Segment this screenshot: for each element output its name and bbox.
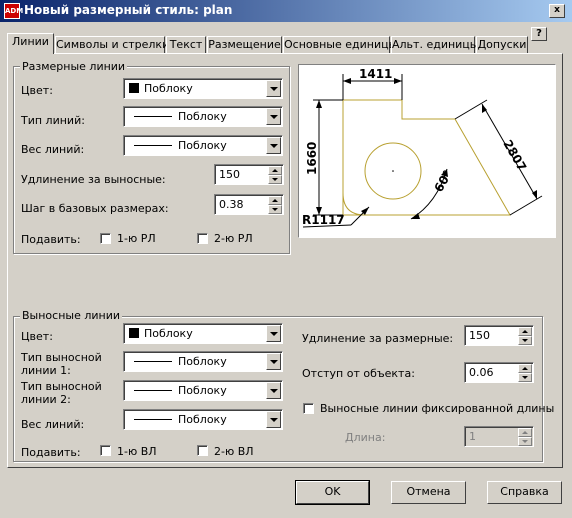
dim-baseline-label: Шаг в базовых размерах: [21, 202, 169, 215]
line-sample [134, 390, 172, 391]
chevron-down-icon[interactable] [266, 137, 281, 154]
suppress-dim1-checkbox[interactable] [100, 233, 111, 244]
line-sample [134, 361, 172, 362]
chevron-down-icon[interactable] [266, 353, 281, 370]
preview-dim-radius: R1117 [302, 213, 345, 227]
color-swatch [129, 83, 139, 93]
ext-lineweight-select[interactable]: Поблоку [123, 409, 283, 430]
dim-suppress-label: Подавить: [21, 233, 81, 246]
preview-dim-top: 1411 [359, 67, 392, 81]
app-icon: ADM [4, 3, 23, 19]
close-button[interactable]: x [549, 4, 565, 18]
ext-color-select[interactable]: Поблоку [123, 323, 283, 344]
suppress-dim2-checkbox[interactable] [197, 233, 208, 244]
ext-offset-value: 0.06 [469, 366, 494, 379]
ext-linetype1-value: Поблоку [178, 355, 227, 368]
dim-color-select[interactable]: Поблоку [123, 78, 283, 99]
suppress-ext2-checkbox[interactable] [197, 445, 208, 456]
ext-linetype1-label-a: Тип выносной [21, 351, 102, 364]
spin-up-icon[interactable] [268, 166, 282, 175]
ext-lineweight-value: Поблоку [178, 413, 227, 426]
dim-extend-value: 150 [219, 168, 240, 181]
tab-alt-units[interactable]: Альт. единицы [391, 36, 478, 53]
ext-linetype2-label-a: Тип выносной [21, 380, 102, 393]
dim-baseline-input[interactable]: 0.38 [214, 194, 284, 215]
length-input[interactable]: 1 [464, 426, 534, 447]
dim-lineweight-label: Вес линий: [21, 143, 85, 156]
ext-color-value: Поблоку [144, 327, 193, 340]
ext-color-label: Цвет: [21, 330, 53, 343]
ext-offset-label: Отступ от объекта: [302, 367, 415, 380]
ext-extend-input[interactable]: 150 [464, 325, 534, 346]
preview-drawing: 1411 1660 2807 60° R1117 [302, 67, 543, 228]
fixed-length-label: Выносные линии фиксированной длины [320, 402, 555, 415]
ext-linetype2-select[interactable]: Поблоку [123, 380, 283, 401]
ext-linetype2-label-b: линии 2: [21, 393, 71, 406]
tab-primary-units[interactable]: Основные единицы [283, 36, 397, 53]
window-title: Новый размерный стиль: plan [24, 3, 233, 17]
suppress-ext2-label: 2-ю ВЛ [214, 445, 254, 458]
tab-placement[interactable]: Размещение [207, 36, 282, 53]
chevron-down-icon[interactable] [266, 411, 281, 428]
tab-text[interactable]: Текст [166, 36, 206, 53]
preview-pane: 1411 1660 2807 60° R1117 [298, 64, 556, 238]
dim-lineweight-value: Поблоку [178, 139, 227, 152]
ext-extend-value: 150 [469, 329, 490, 342]
suppress-ext1-label: 1-ю ВЛ [117, 445, 157, 458]
dim-lineweight-select[interactable]: Поблоку [123, 135, 283, 156]
ext-extend-label: Удлинение за размерные: [302, 332, 454, 345]
tab-tolerances[interactable]: Допуски [476, 36, 528, 53]
chevron-down-icon[interactable] [266, 382, 281, 399]
spin-down-icon[interactable] [518, 373, 532, 382]
dim-linetype-label: Тип линий: [21, 114, 85, 127]
preview-dim-angle: 60° [431, 168, 454, 195]
spin-down-icon[interactable] [268, 205, 282, 214]
fixed-length-checkbox[interactable] [303, 403, 314, 414]
length-value: 1 [469, 430, 476, 443]
color-swatch [129, 328, 139, 338]
chevron-down-icon[interactable] [266, 80, 281, 97]
length-label: Длина: [345, 431, 386, 444]
dim-lines-legend: Размерные линии [20, 60, 128, 73]
ext-suppress-label: Подавить: [21, 446, 81, 459]
spin-up-icon[interactable] [518, 327, 532, 336]
spin-up-icon[interactable] [518, 428, 532, 437]
spin-down-icon[interactable] [268, 175, 282, 184]
tab-symbols[interactable]: Символы и стрелки [55, 36, 169, 53]
dim-color-label: Цвет: [21, 84, 53, 97]
suppress-dim2-label: 2-ю РЛ [214, 232, 253, 245]
ext-lineweight-label: Вес линий: [21, 418, 85, 431]
dim-color-value: Поблоку [144, 82, 193, 95]
spin-up-icon[interactable] [518, 364, 532, 373]
ext-linetype1-label-b: линии 1: [21, 364, 71, 377]
ext-linetype1-select[interactable]: Поблоку [123, 351, 283, 372]
suppress-ext1-checkbox[interactable] [100, 445, 111, 456]
ext-offset-input[interactable]: 0.06 [464, 362, 534, 383]
tab-lines[interactable]: Линии [7, 33, 54, 54]
dim-linetype-value: Поблоку [178, 110, 227, 123]
help-icon[interactable]: ? [531, 27, 547, 41]
spin-down-icon[interactable] [518, 437, 532, 446]
help-button[interactable]: Справка [487, 481, 562, 504]
ext-lines-legend: Выносные линии [20, 309, 123, 322]
line-sample [134, 419, 172, 420]
suppress-dim1-label: 1-ю РЛ [117, 232, 156, 245]
preview-dim-left: 1660 [305, 142, 319, 175]
chevron-down-icon[interactable] [266, 325, 281, 342]
dim-extend-label: Удлинение за выносные: [21, 173, 166, 186]
preview-dim-diag: 2807 [500, 138, 529, 174]
line-sample [134, 116, 172, 117]
chevron-down-icon[interactable] [266, 108, 281, 125]
dim-extend-input[interactable]: 150 [214, 164, 284, 185]
line-sample [134, 145, 172, 146]
dim-baseline-value: 0.38 [219, 198, 244, 211]
ok-button[interactable]: OK [295, 480, 370, 505]
spin-up-icon[interactable] [268, 196, 282, 205]
cancel-button[interactable]: Отмена [391, 481, 466, 504]
dim-linetype-select[interactable]: Поблоку [123, 106, 283, 127]
spin-down-icon[interactable] [518, 336, 532, 345]
ext-linetype2-value: Поблоку [178, 384, 227, 397]
